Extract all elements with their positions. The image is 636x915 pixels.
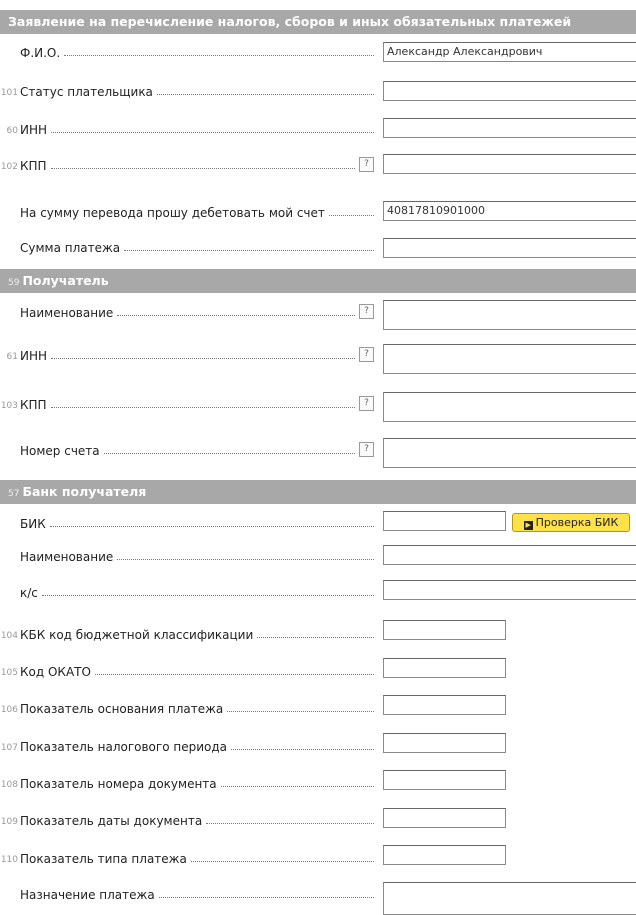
doc-date-label: 109 Показатель даты документа [0, 810, 378, 828]
recipient-name-field[interactable] [383, 300, 636, 330]
purpose-label: Назначение платежа [0, 884, 378, 902]
recipient-account-help-icon[interactable]: ? [359, 442, 374, 457]
recipient-kpp-help-icon[interactable]: ? [359, 396, 374, 411]
payer-kpp-label: 102 КПП ? [0, 155, 378, 173]
payer-inn-field[interactable] [383, 118, 636, 138]
recipient-name-label: Наименование ? [0, 302, 378, 320]
ks-field[interactable] [383, 580, 636, 600]
doc-date-field[interactable] [383, 808, 506, 828]
payer-kpp-field[interactable] [383, 154, 636, 174]
kbk-field[interactable] [383, 620, 506, 640]
fio-field[interactable]: Александр Александрович [383, 42, 636, 62]
status-field[interactable] [383, 81, 636, 101]
recipient-kpp-label: 103 КПП ? [0, 394, 378, 412]
ks-label: к/с [0, 582, 378, 600]
basis-field[interactable] [383, 695, 506, 715]
okato-label: 105 Код ОКАТО [0, 661, 378, 679]
form-title: Заявление на перечисление налогов, сборо… [0, 10, 636, 34]
period-field[interactable] [383, 733, 506, 753]
recipient-name-help-icon[interactable]: ? [359, 304, 374, 319]
recipient-account-label: Номер счета ? [0, 440, 378, 458]
recipient-kpp-field[interactable] [383, 392, 636, 422]
recipient-inn-help-icon[interactable]: ? [359, 347, 374, 362]
debit-account-label: На сумму перевода прошу дебетовать мой с… [0, 202, 378, 220]
bik-label: БИК [0, 513, 378, 531]
payer-kpp-help-icon[interactable]: ? [359, 157, 374, 172]
bik-field[interactable] [383, 511, 506, 531]
okato-field[interactable] [383, 658, 506, 678]
payer-inn-label: 60 ИНН [0, 119, 378, 137]
doc-number-field[interactable] [383, 770, 506, 790]
period-label: 107 Показатель налогового периода [0, 736, 378, 754]
bank-name-field[interactable] [383, 545, 636, 565]
bank-section-header: 57 Банк получателя [0, 480, 636, 504]
purpose-field[interactable] [383, 882, 636, 915]
recipient-account-field[interactable] [383, 438, 636, 468]
amount-label: Сумма платежа [0, 237, 378, 255]
payment-type-label: 110 Показатель типа платежа [0, 848, 378, 866]
status-label: 101 Статус плательщика [0, 81, 378, 99]
payment-type-field[interactable] [383, 845, 506, 865]
debit-account-field[interactable]: 40817810901000 [383, 201, 636, 221]
recipient-inn-label: 61 ИНН ? [0, 345, 378, 363]
arrow-right-icon: ▶ [523, 521, 533, 530]
recipient-inn-field[interactable] [383, 344, 636, 374]
check-bik-button[interactable]: ▶ Проверка БИК [512, 513, 630, 532]
fio-label: Ф.И.О. [0, 42, 378, 60]
basis-label: 106 Показатель основания платежа [0, 698, 378, 716]
kbk-label: 104 КБК код бюджетной классификации [0, 624, 378, 642]
doc-number-label: 108 Показатель номера документа [0, 773, 378, 791]
recipient-section-header: 59 Получатель [0, 269, 636, 293]
bank-name-label: Наименование [0, 546, 378, 564]
amount-field[interactable] [383, 238, 636, 258]
